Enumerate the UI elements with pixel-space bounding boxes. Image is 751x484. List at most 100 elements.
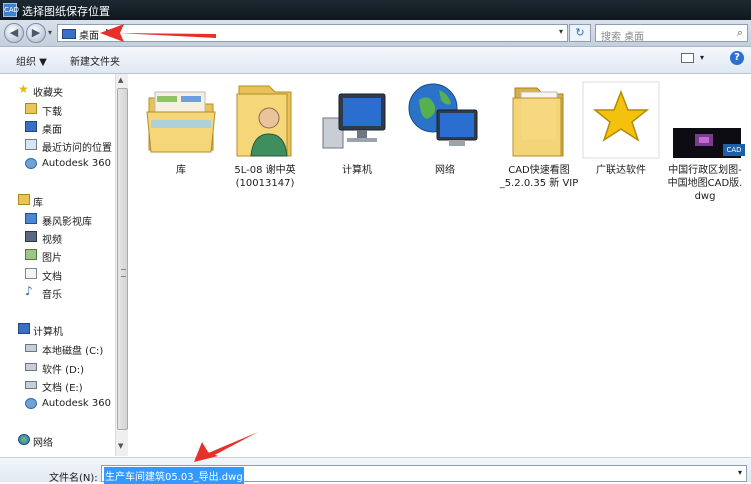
desktop-icon xyxy=(25,121,37,132)
file-item-network[interactable]: 网络 xyxy=(405,80,485,200)
computer-icon xyxy=(18,323,30,334)
sidebar-item-label: 最近访问的位置 xyxy=(42,143,112,154)
address-bar[interactable]: 桌面 ▶ ▾ xyxy=(57,24,568,42)
library-icon xyxy=(18,194,30,205)
file-item-label: CAD快速看图 _5.2.0.35 新 VIP xyxy=(499,165,579,189)
sidebar-item-recent[interactable]: 最近访问的位置 xyxy=(0,137,114,154)
help-button[interactable]: ? xyxy=(730,51,744,65)
file-item-label: 计算机 xyxy=(342,165,372,176)
command-toolbar: 组织 ▼ 新建文件夹 ▾ ? xyxy=(0,47,751,74)
navigation-bar: ◀ ▶ ▾ 桌面 ▶ ▾ ↻ 搜索 桌面 ⌕ xyxy=(0,20,751,47)
network-icon xyxy=(18,434,30,445)
sidebar-item-label: 本地磁盘 (C:) xyxy=(42,346,104,357)
forward-button[interactable]: ▶ xyxy=(26,23,46,43)
file-item-label: 库 xyxy=(176,165,186,176)
sidebar-item-drive-c[interactable]: 本地磁盘 (C:) xyxy=(0,340,114,357)
sidebar-item-label: 文档 (E:) xyxy=(42,383,83,394)
new-folder-button[interactable]: 新建文件夹 xyxy=(70,53,120,68)
sidebar-item-label: Autodesk 360 xyxy=(42,158,111,169)
film-icon xyxy=(25,231,37,242)
library-folder-icon xyxy=(146,91,216,153)
navigation-pane: ★ 收藏夹 下载 桌面 最近访问的位置 Autodesk 360 库 暴风影视库… xyxy=(0,74,114,456)
sidebar-item-baofeng[interactable]: 暴风影视库 xyxy=(0,211,114,228)
network-icon xyxy=(408,83,478,146)
sidebar-item-videos[interactable]: 视频 xyxy=(0,229,114,246)
title-bar: CAD 选择图纸保存位置 xyxy=(0,0,751,20)
dwg-badge: CAD xyxy=(723,144,745,156)
view-icon[interactable] xyxy=(681,53,694,63)
filename-dropdown[interactable]: ▾ xyxy=(738,468,742,477)
scroll-down-button[interactable]: ▼ xyxy=(118,442,123,450)
sidebar-item-desktop[interactable]: 桌面 xyxy=(0,119,114,136)
search-placeholder: 搜索 桌面 xyxy=(601,32,645,43)
recent-places-icon xyxy=(25,139,37,150)
download-folder-icon xyxy=(25,103,37,114)
file-item-computer[interactable]: 计算机 xyxy=(317,80,397,200)
sidebar-item-label: 图片 xyxy=(42,253,62,264)
filename-input[interactable]: 生产车间建筑05.03_导出.dwg ▾ xyxy=(101,465,747,484)
picture-icon xyxy=(25,249,37,260)
sidebar-item-label: Autodesk 360 xyxy=(42,398,111,409)
breadcrumb-arrow[interactable]: ▶ xyxy=(106,27,112,36)
computer-icon xyxy=(322,93,386,149)
star-icon: ★ xyxy=(18,82,29,96)
sidebar-item-drive-e[interactable]: 文档 (E:) xyxy=(0,377,114,394)
refresh-button[interactable]: ↻ xyxy=(569,24,591,42)
desktop-icon xyxy=(62,29,76,39)
file-item-label: 广联达软件 xyxy=(596,165,646,176)
app-icon: CAD xyxy=(3,3,19,17)
sidebar-computer[interactable]: 计算机 xyxy=(0,321,114,338)
hard-drive-icon xyxy=(25,381,37,389)
hard-drive-icon xyxy=(25,344,37,352)
sidebar-computer-label: 计算机 xyxy=(33,327,63,338)
sidebar-network-label: 网络 xyxy=(33,438,53,449)
file-item-library[interactable]: 库 xyxy=(141,80,221,200)
sidebar-item-pictures[interactable]: 图片 xyxy=(0,247,114,264)
organize-button[interactable]: 组织 ▼ xyxy=(16,53,47,68)
music-note-icon: ♪ xyxy=(25,284,33,298)
sidebar-item-label: 下载 xyxy=(42,107,62,118)
file-item-label: 网络 xyxy=(435,165,455,176)
view-dropdown[interactable]: ▾ xyxy=(700,53,704,62)
document-icon xyxy=(25,268,37,279)
scroll-thumb[interactable] xyxy=(117,88,128,430)
star-shortcut-icon xyxy=(582,81,660,159)
cloud-icon xyxy=(25,398,37,409)
filename-label: 文件名(N): xyxy=(49,473,98,484)
sidebar-item-autodesk360[interactable]: Autodesk 360 xyxy=(0,156,114,172)
sidebar-item-downloads[interactable]: 下载 xyxy=(0,101,114,118)
sidebar-item-drive-d[interactable]: 软件 (D:) xyxy=(0,359,114,376)
file-item-user-folder[interactable]: 5L-08 谢中英 (10013147) xyxy=(225,80,305,200)
sidebar-item-documents[interactable]: 文档 xyxy=(0,266,114,283)
file-list: 库 5L-08 谢中英 (10013147) 计算机 网络 CAD快速看图 _5… xyxy=(129,74,751,456)
sidebar-item-label: 音乐 xyxy=(42,290,62,301)
scroll-up-button[interactable]: ▲ xyxy=(118,76,123,84)
hard-drive-icon xyxy=(25,363,37,371)
file-item-label: 5L-08 谢中英 (10013147) xyxy=(234,165,296,189)
file-item-label: 中国行政区划图- 中国地图CAD版. dwg xyxy=(667,165,743,202)
filename-value[interactable]: 生产车间建筑05.03_导出.dwg xyxy=(104,467,244,484)
address-dropdown[interactable]: ▾ xyxy=(559,27,563,36)
sidebar-scrollbar[interactable]: ▲ ▼ xyxy=(115,74,128,456)
sidebar-item-autodesk360-drive[interactable]: Autodesk 360 xyxy=(0,396,114,412)
scroll-grip xyxy=(121,269,126,277)
breadcrumb-desktop[interactable]: 桌面 xyxy=(79,27,99,42)
sidebar-favorites[interactable]: ★ 收藏夹 xyxy=(0,82,114,99)
folder-icon xyxy=(512,87,564,157)
sidebar-item-label: 暴风影视库 xyxy=(42,217,92,228)
cloud-icon xyxy=(25,158,37,169)
back-button[interactable]: ◀ xyxy=(4,23,24,43)
file-item-cad-folder[interactable]: CAD快速看图 _5.2.0.35 新 VIP xyxy=(499,80,579,200)
sidebar-item-label: 软件 (D:) xyxy=(42,365,85,376)
sidebar-favorites-label: 收藏夹 xyxy=(33,88,63,99)
file-item-dwg[interactable]: CAD 中国行政区划图- 中国地图CAD版. dwg xyxy=(665,80,745,202)
user-folder-icon xyxy=(236,85,292,157)
sidebar-libraries[interactable]: 库 xyxy=(0,192,114,209)
video-library-icon xyxy=(25,213,37,224)
recent-pages-dropdown[interactable]: ▾ xyxy=(48,28,52,37)
search-input[interactable]: 搜索 桌面 ⌕ xyxy=(595,24,748,43)
sidebar-item-music[interactable]: ♪ 音乐 xyxy=(0,284,114,301)
file-item-glodon[interactable]: 广联达软件 xyxy=(581,80,661,200)
sidebar-network[interactable]: 网络 xyxy=(0,432,114,449)
search-icon[interactable]: ⌕ xyxy=(737,26,743,40)
